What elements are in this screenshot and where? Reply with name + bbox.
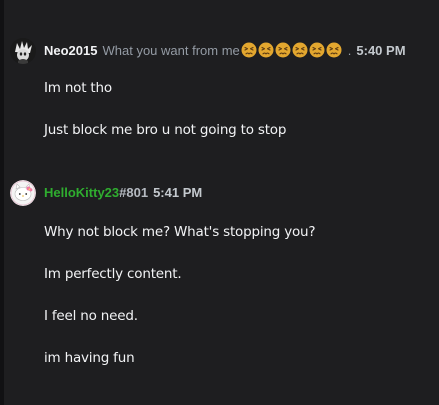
custom-status: What you want from me bbox=[102, 42, 240, 58]
persevering-face-emoji-icon bbox=[292, 42, 308, 58]
persevering-face-emoji-icon bbox=[241, 42, 257, 58]
persevering-face-emoji-icon bbox=[258, 42, 274, 58]
user-discriminator: #801 bbox=[119, 184, 149, 200]
message-text: I feel no need. bbox=[44, 308, 138, 324]
persevering-face-emoji-icon bbox=[275, 42, 291, 58]
username[interactable]: Neo2015 bbox=[44, 43, 97, 58]
timestamp[interactable]: 5:41 PM bbox=[153, 185, 202, 200]
persevering-face-emoji-icon bbox=[326, 42, 342, 58]
spiky-hair-avatar-icon bbox=[10, 38, 36, 64]
message-text: Just block me bro u not going to stop bbox=[44, 122, 287, 138]
user-avatar-neo2015[interactable] bbox=[10, 38, 36, 64]
persevering-face-emoji-icon bbox=[309, 42, 325, 58]
message-text: im having fun bbox=[44, 350, 135, 366]
window-edge bbox=[0, 0, 4, 405]
hello-kitty-avatar-icon bbox=[10, 180, 36, 206]
status-separator: . bbox=[347, 42, 352, 58]
status-emoji-row bbox=[241, 42, 343, 58]
timestamp[interactable]: 5:40 PM bbox=[356, 43, 405, 58]
message-text: Why not block me? What's stopping you? bbox=[44, 224, 316, 240]
user-avatar-hellokitty23[interactable] bbox=[10, 180, 36, 206]
message-header: Neo2015 What you want from me . 5:40 PM bbox=[44, 34, 406, 66]
message-text: Im not tho bbox=[44, 80, 112, 96]
username[interactable]: HelloKitty23 bbox=[44, 185, 119, 200]
message-text: Im perfectly content. bbox=[44, 266, 182, 282]
message-header: HelloKitty23 #801 5:41 PM bbox=[44, 176, 202, 208]
